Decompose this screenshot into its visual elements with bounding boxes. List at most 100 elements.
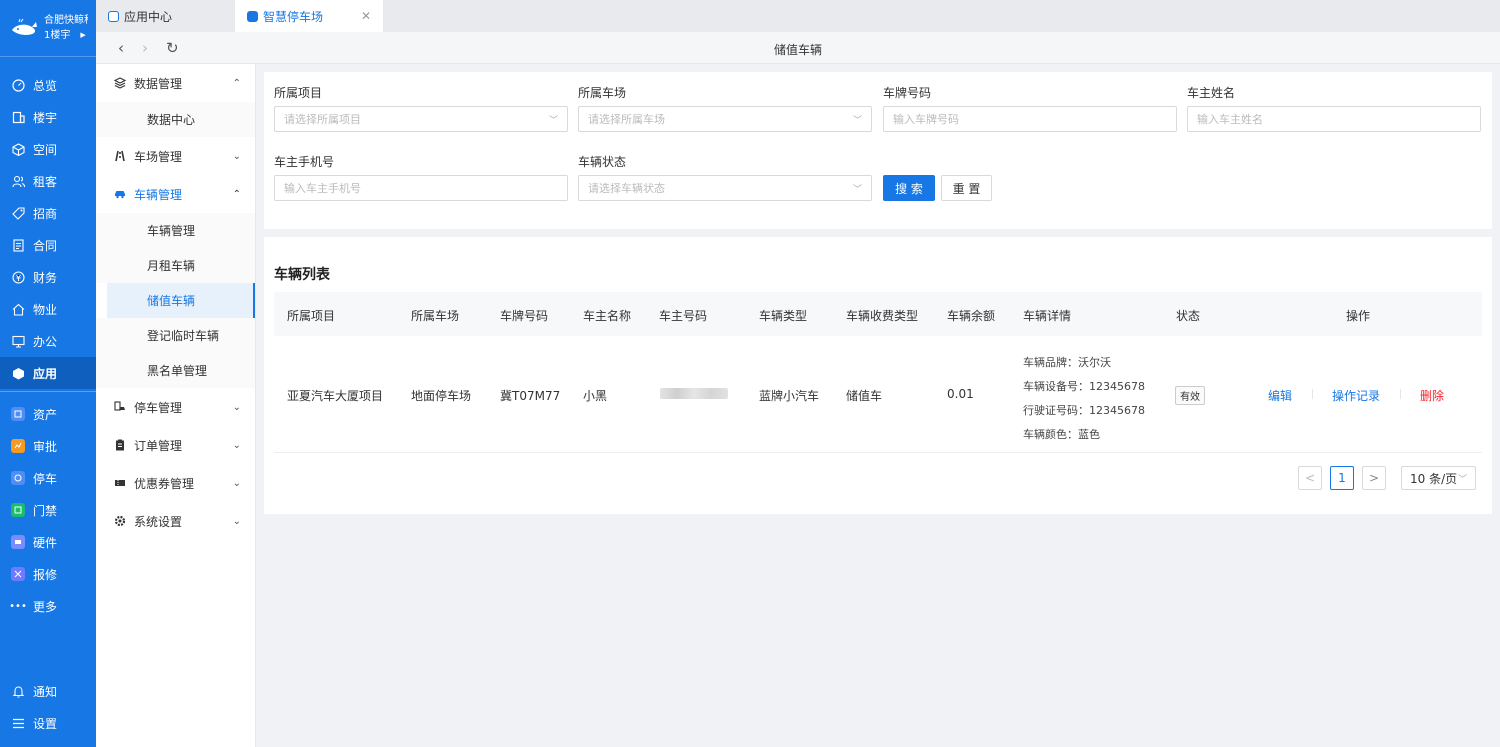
nav-office[interactable]: 办公 xyxy=(0,325,96,357)
group-vehicle-management[interactable]: 车辆管理 ⌃ xyxy=(96,175,255,213)
chevron-down-icon: ⌄ xyxy=(232,150,241,162)
owner-field: 车主姓名 输入车主姓名 xyxy=(1187,84,1481,132)
tab-smart-parking[interactable]: 智慧停车场 ✕ xyxy=(235,0,383,32)
prev-page-button[interactable]: < xyxy=(1298,466,1322,490)
nav-tenant[interactable]: 租客 xyxy=(0,165,96,197)
subitem-monthly-vehicles[interactable]: 月租车辆 xyxy=(96,248,255,283)
module-sidebar: 数据管理 ⌃ 数据中心 车场管理 ⌄ 车辆管理 ⌃ 车辆管理 月租车辆 储值车辆 登记… xyxy=(96,64,256,747)
delete-link[interactable]: 删除 xyxy=(1420,387,1444,404)
app-label: 硬件 xyxy=(33,535,58,550)
nav-settings[interactable]: 设置 xyxy=(0,707,96,739)
lot-field: 所属车场 请选择所属车场 ﹀ xyxy=(578,84,872,132)
subitem-data-center[interactable]: 数据中心 xyxy=(96,102,255,137)
edit-link[interactable]: 编辑 xyxy=(1268,387,1292,404)
repair-icon xyxy=(11,567,25,581)
page-size-select[interactable]: 10 条/页 ﹀ xyxy=(1401,466,1476,490)
expand-arrow-icon: ▶ xyxy=(80,31,86,39)
more-dots-icon: ••• xyxy=(9,600,27,612)
search-button[interactable]: 搜 索 xyxy=(883,175,935,201)
plate-input[interactable]: 输入车牌号码 xyxy=(883,106,1177,132)
dashboard-icon xyxy=(11,78,25,92)
nav-overview[interactable]: 总览 xyxy=(0,69,96,101)
phone-input[interactable]: 输入车主手机号 xyxy=(274,175,568,201)
approval-icon xyxy=(11,439,25,453)
app-label: 停车 xyxy=(33,471,58,486)
history-link[interactable]: 操作记录 xyxy=(1332,387,1380,404)
group-coupon-management[interactable]: 优惠券管理 ⌄ xyxy=(96,464,255,502)
app-access[interactable]: 门禁 xyxy=(0,494,96,526)
table-header: 所属项目 所属车场 车牌号码 车主名称 车主号码 车辆类型 车辆收费类型 车辆余… xyxy=(274,292,1482,336)
app-label: 门禁 xyxy=(33,503,58,518)
nav-notify[interactable]: 通知 xyxy=(0,675,96,707)
next-page-button[interactable]: > xyxy=(1362,466,1386,490)
cell-charge-type: 储值车 xyxy=(846,389,883,403)
page-size-label: 10 条/页 xyxy=(1410,471,1458,486)
app-parking[interactable]: 停车 xyxy=(0,462,96,494)
whale-logo-icon xyxy=(10,18,38,38)
column-header: 车辆余额 xyxy=(947,309,996,323)
chevron-down-icon: ﹀ xyxy=(852,115,862,126)
chevron-down-icon: ﹀ xyxy=(548,115,558,126)
menu-icon xyxy=(11,716,25,730)
app-repair[interactable]: 报修 xyxy=(0,558,96,590)
filter-panel: 所属项目 请选择所属项目 ﹀ 所属车场 请选择所属车场 ﹀ 车牌号码 输入车牌号码 … xyxy=(264,72,1492,229)
column-header: 操作 xyxy=(1346,309,1371,323)
group-system-settings[interactable]: 系统设置 ⌄ xyxy=(96,502,255,540)
coupon-icon xyxy=(114,477,126,489)
app-cube-icon xyxy=(11,366,25,380)
tab-app-center[interactable]: 应用中心 xyxy=(96,0,233,32)
nav-finance[interactable]: 财务 xyxy=(0,261,96,293)
plate-field: 车牌号码 输入车牌号码 xyxy=(883,84,1177,132)
reset-button[interactable]: 重 置 xyxy=(941,175,992,201)
subitem-blacklist[interactable]: 黑名单管理 xyxy=(96,353,255,388)
group-lot-management[interactable]: 车场管理 ⌄ xyxy=(96,137,255,175)
subitem-vehicle-management[interactable]: 车辆管理 xyxy=(96,213,255,248)
chevron-down-icon: ⌄ xyxy=(232,515,241,527)
column-header: 车辆详情 xyxy=(1023,309,1072,323)
page-1-button[interactable]: 1 xyxy=(1330,466,1354,490)
left-navigation: 合肥快鲸科技 1楼宇 ▶ 总览 楼宇 空间 租客 招商 合同 财务 物业 办公 应… xyxy=(0,0,96,747)
group-data-management[interactable]: 数据管理 ⌃ xyxy=(96,64,255,102)
nav-divider xyxy=(0,391,96,392)
lot-select[interactable]: 请选择所属车场 ﹀ xyxy=(578,106,872,132)
smart-parking-icon xyxy=(247,10,258,22)
field-label: 车主姓名 xyxy=(1187,86,1236,100)
document-icon xyxy=(11,238,25,252)
status-select[interactable]: 请选择车辆状态 ﹀ xyxy=(578,175,872,201)
column-header: 状态 xyxy=(1176,309,1201,323)
bell-icon xyxy=(11,684,25,698)
parking-car-icon xyxy=(114,401,126,413)
clipboard-icon xyxy=(114,439,126,451)
subitem-stored-value-vehicles[interactable]: 储值车辆 xyxy=(107,283,255,318)
address-bar: ‹ › ↻ 储值车辆 xyxy=(96,32,1500,64)
column-header: 车辆收费类型 xyxy=(846,309,919,323)
app-approval[interactable]: 审批 xyxy=(0,430,96,462)
app-asset[interactable]: 资产 xyxy=(0,398,96,430)
group-order-management[interactable]: 订单管理 ⌄ xyxy=(96,426,255,464)
nav-more[interactable]: ••• 更多 xyxy=(0,590,96,622)
nav-investment[interactable]: 招商 xyxy=(0,197,96,229)
group-parking-management[interactable]: 停车管理 ⌄ xyxy=(96,388,255,426)
access-control-icon xyxy=(11,503,25,517)
owner-input[interactable]: 输入车主姓名 xyxy=(1187,106,1481,132)
nav-contract[interactable]: 合同 xyxy=(0,229,96,261)
user-group-icon xyxy=(11,174,25,188)
close-icon[interactable]: ✕ xyxy=(361,9,371,23)
tab-bar: 应用中心 智慧停车场 ✕ xyxy=(96,0,1500,32)
column-header: 车主名称 xyxy=(583,309,632,323)
group-label: 停车管理 xyxy=(134,400,183,415)
nav-label: 应用 xyxy=(33,366,58,381)
nav-space[interactable]: 空间 xyxy=(0,133,96,165)
app-hardware[interactable]: 硬件 xyxy=(0,526,96,558)
nav-label: 办公 xyxy=(33,334,58,349)
subitem-temporary-vehicles[interactable]: 登记临时车辆 xyxy=(96,318,255,353)
action-divider xyxy=(1312,389,1313,399)
nav-apps[interactable]: 应用 xyxy=(0,357,96,389)
org-switcher[interactable]: 合肥快鲸科技 1楼宇 ▶ xyxy=(0,0,96,57)
chevron-up-icon: ⌃ xyxy=(232,77,241,89)
nav-building[interactable]: 楼宇 xyxy=(0,101,96,133)
project-select[interactable]: 请选择所属项目 ﹀ xyxy=(274,106,568,132)
nav-label: 招商 xyxy=(33,206,58,221)
money-icon xyxy=(11,270,25,284)
nav-property[interactable]: 物业 xyxy=(0,293,96,325)
